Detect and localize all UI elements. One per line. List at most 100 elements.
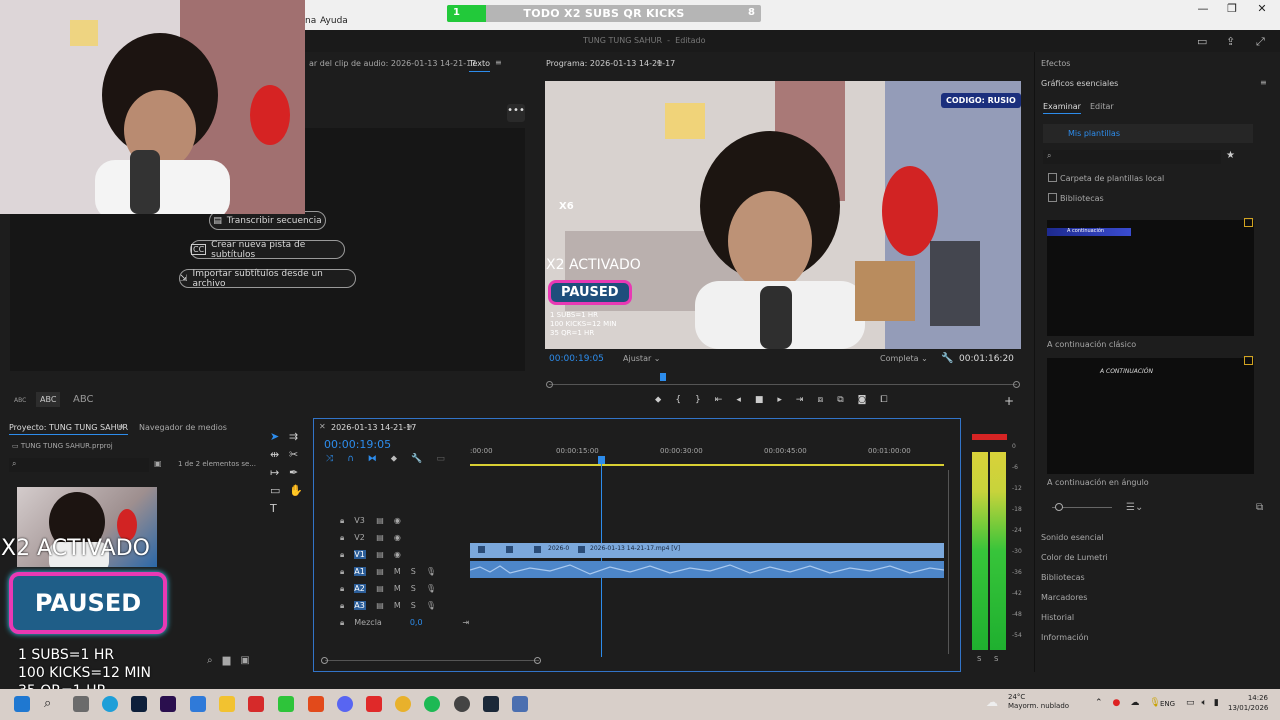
pen-tool-icon[interactable]: ✒ <box>289 466 308 479</box>
lock-icon[interactable]: 🔒︎ <box>340 516 344 526</box>
sync-icon[interactable]: ▤ <box>376 550 384 559</box>
ripple-edit-icon[interactable]: ⇹ <box>270 448 289 461</box>
tab-text[interactable]: Texto <box>469 59 491 72</box>
program-video[interactable]: CODIGO: RUSIO X6 X2 ACTIVADO PAUSED 1 SU… <box>545 81 1021 349</box>
lock-icon[interactable]: 🔒︎ <box>340 550 344 560</box>
tray-chevron-icon[interactable]: ⌃ <box>1095 698 1103 708</box>
section-lumetri[interactable]: Color de Lumetri <box>1041 548 1108 568</box>
thumb-size-handle[interactable] <box>1055 503 1063 511</box>
insert-icon[interactable]: ⧈ <box>817 395 823 405</box>
local-folder-checkbox[interactable] <box>1048 173 1057 182</box>
clock[interactable]: 14:26 13/01/2026 <box>1228 693 1268 713</box>
chrome-icon[interactable] <box>395 696 411 712</box>
panel-menu-icon[interactable]: ≡ <box>495 58 502 67</box>
brave-icon[interactable] <box>308 696 324 712</box>
star-icon[interactable]: ★ <box>1226 150 1235 161</box>
import-captions-button[interactable]: ⇲ Importar subtítulos desde un archivo <box>179 269 356 289</box>
spotify-icon[interactable] <box>424 696 440 712</box>
eye-icon[interactable]: ◉ <box>394 516 401 525</box>
battery-icon[interactable]: ▮ <box>1214 698 1219 708</box>
sequence-tab[interactable]: 2026-01-13 14-21-17 <box>331 423 416 432</box>
lock-icon[interactable]: 🔒︎ <box>340 601 344 611</box>
step-back-icon[interactable]: ◂ <box>736 395 741 405</box>
minimize-button[interactable]: — <box>1193 2 1213 15</box>
nest-icon[interactable]: ⤨ <box>326 454 333 464</box>
sync-icon[interactable]: ▤ <box>376 584 384 593</box>
timeline-settings-icon[interactable]: 🔧 <box>411 454 422 464</box>
program-timecode[interactable]: 00:00:19:05 <box>549 354 604 364</box>
program-menu-icon[interactable]: ≡ <box>656 58 663 67</box>
add-marker-icon[interactable]: ⬥ <box>655 395 661 405</box>
program-playhead[interactable] <box>660 373 666 381</box>
horizontal-scrollbar[interactable] <box>325 660 539 661</box>
lock-icon[interactable]: 🔒︎ <box>340 618 344 628</box>
video-clip[interactable]: 2026-0 2026-01-13 14-21-17.mp4 [V] <box>470 543 944 558</box>
lock-icon[interactable]: 🔒︎ <box>340 584 344 594</box>
edge-icon[interactable] <box>102 696 118 712</box>
quality-dropdown[interactable]: Completa ⌄ <box>880 354 928 363</box>
weather-widget[interactable]: 24°C Mayorm. nublado <box>1008 693 1069 711</box>
timeline-timecode[interactable]: 00:00:19:05 <box>324 438 391 451</box>
new-bin-icon[interactable]: ▣ <box>154 459 162 468</box>
program-scrubber[interactable] <box>549 384 1017 385</box>
mic-icon[interactable]: 🎙︎ <box>426 584 436 593</box>
scrub-end-handle[interactable] <box>1013 381 1020 388</box>
volume-icon[interactable]: 🔈︎ <box>1202 698 1207 708</box>
xbox-icon[interactable] <box>278 696 294 712</box>
track-select-icon[interactable]: ⇉ <box>289 430 308 443</box>
eye-icon[interactable]: ◉ <box>394 533 401 542</box>
zoom-handle-end[interactable] <box>534 657 541 664</box>
search-icon[interactable]: ⌕ <box>44 696 51 711</box>
mic-icon[interactable]: 🎙︎ <box>426 567 436 576</box>
effects-title[interactable]: Efectos <box>1041 59 1070 68</box>
selection-tool-icon[interactable]: ➤ <box>270 430 289 443</box>
abc-small[interactable]: ABC <box>14 397 26 404</box>
mark-in-icon[interactable]: { <box>675 395 681 405</box>
zoom-handle-start[interactable] <box>321 657 328 664</box>
close-button[interactable]: ✕ <box>1252 2 1272 15</box>
tab-audio-clip[interactable]: ar del clip de audio: 2026-01-13 14-21-1… <box>309 59 476 68</box>
menu-item-help[interactable]: Ayuda <box>320 16 348 26</box>
razor-icon[interactable]: ✂ <box>289 448 308 461</box>
discord-icon[interactable] <box>337 696 353 712</box>
section-history[interactable]: Historial <box>1041 608 1108 628</box>
sequence-menu-icon[interactable]: ≡ <box>406 422 413 431</box>
list-view-icon[interactable]: ☰⌄ <box>1126 502 1143 513</box>
tab-browse[interactable]: Examinar <box>1043 102 1081 114</box>
sync-icon[interactable]: ▤ <box>376 516 384 525</box>
share-icon[interactable]: ⇪ <box>1226 35 1235 48</box>
play-icon[interactable]: ▸ <box>777 395 782 405</box>
template-classic-thumb[interactable]: A continuación <box>1047 220 1254 336</box>
caption-icon[interactable]: ▭ <box>436 454 445 464</box>
settings-icon[interactable] <box>512 696 528 712</box>
sync-icon[interactable]: ▤ <box>376 533 384 542</box>
tab-media-browser[interactable]: Navegador de medios <box>139 423 227 432</box>
lock-icon[interactable]: 🔒︎ <box>340 533 344 543</box>
photoshop-icon[interactable] <box>131 696 147 712</box>
section-libraries[interactable]: Bibliotecas <box>1041 568 1108 588</box>
weather-icon[interactable]: ☁ <box>986 695 998 709</box>
type-tool-icon[interactable]: T <box>270 502 289 515</box>
template-search-input[interactable]: ⌕ <box>1043 150 1221 164</box>
mix-arrow-icon[interactable]: ⇥ <box>463 618 470 627</box>
more-options-icon[interactable]: ••• <box>507 104 525 122</box>
eye-icon[interactable]: ◉ <box>394 550 401 559</box>
language-indicator[interactable]: ENG <box>1160 700 1175 708</box>
go-to-in-icon[interactable]: ⇤ <box>715 395 723 405</box>
folder-icon[interactable]: ▆ <box>223 655 231 666</box>
tab-project[interactable]: Proyecto: TUNG TUNG SAHUR <box>9 423 129 435</box>
go-to-out-icon[interactable]: ⇥ <box>796 395 804 405</box>
tray-cloud-icon[interactable]: ☁ <box>1130 698 1139 708</box>
templates-dropdown[interactable]: Mis plantillas <box>1043 124 1253 143</box>
audio-clip[interactable] <box>469 561 945 578</box>
project-menu-icon[interactable]: ≡ <box>118 422 125 431</box>
scrub-start-handle[interactable] <box>546 381 553 388</box>
fit-dropdown[interactable]: Ajustar ⌄ <box>623 354 661 363</box>
abc-large[interactable]: ABC <box>73 394 94 405</box>
clip-indicator[interactable] <box>972 434 1007 440</box>
store-icon[interactable] <box>190 696 206 712</box>
work-area-bar[interactable] <box>470 464 944 466</box>
vertical-scrollbar[interactable] <box>948 470 949 654</box>
snap-icon[interactable]: ∩ <box>347 454 354 464</box>
app-icon[interactable] <box>366 696 382 712</box>
